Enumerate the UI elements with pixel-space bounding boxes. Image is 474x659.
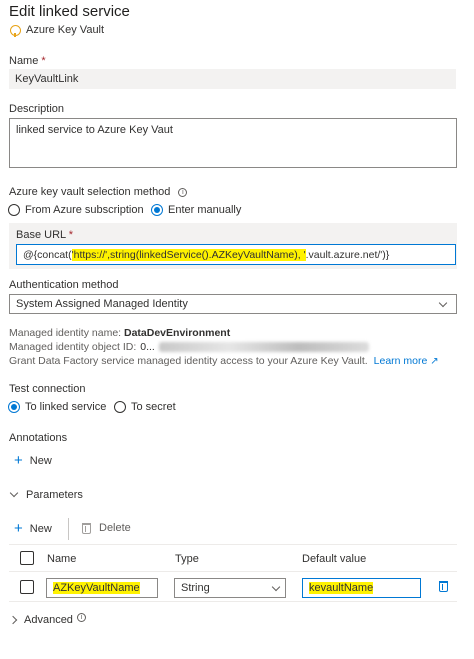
plus-icon: + [14, 452, 23, 469]
param-default-input[interactable]: kevaultName [302, 578, 421, 598]
advanced-section-toggle[interactable]: Advanced i [8, 612, 86, 626]
param-name-input[interactable]: AZKeyVaultName [46, 578, 158, 598]
selection-method-label: Azure key vault selection method i [9, 186, 188, 198]
mi-name-value: DataDevEnvironment [124, 327, 231, 339]
subtitle-text: Azure Key Vault [26, 24, 105, 36]
annotations-new-button[interactable]: + New [14, 453, 52, 468]
base-url-label-text: Base URL [16, 229, 66, 241]
page-subtitle: Azure Key Vault [10, 24, 105, 37]
parameters-new-button[interactable]: + New [14, 521, 52, 536]
trash-icon [82, 522, 91, 534]
parameters-delete-button[interactable]: Delete [82, 522, 131, 534]
required-marker: * [68, 229, 74, 241]
row-checkbox[interactable] [20, 580, 34, 594]
radio-label: To linked service [25, 401, 107, 413]
parameters-label: Parameters [26, 489, 83, 501]
name-label: Name * [9, 55, 46, 67]
external-link-icon[interactable]: ↗ [430, 356, 438, 367]
column-header-type: Type [175, 553, 199, 565]
selection-method-label-text: Azure key vault selection method [9, 186, 171, 198]
description-value: linked service to Azure Key Vaut [16, 124, 173, 136]
mi-object-id-visible: 0... [140, 341, 155, 353]
page-title: Edit linked service [9, 3, 130, 20]
managed-identity-name: Managed identity name: DataDevEnvironmen… [9, 327, 230, 339]
auth-label: Authentication method [9, 279, 119, 291]
grant-text: Grant Data Factory service managed ident… [9, 355, 368, 367]
new-label: New [29, 522, 52, 535]
param-default-value: kevaultName [309, 582, 374, 594]
param-name-value: AZKeyVaultName [53, 582, 140, 594]
grant-access-text: Grant Data Factory service managed ident… [9, 355, 439, 367]
param-type-value: String [181, 582, 210, 594]
new-label: New [29, 454, 52, 467]
advanced-label: Advanced [24, 614, 73, 626]
parameters-section-toggle[interactable]: Parameters [9, 488, 83, 501]
radio-to-secret[interactable]: To secret [114, 401, 176, 413]
annotations-label: Annotations [9, 432, 68, 444]
key-vault-icon [10, 24, 21, 37]
radio-enter-manually[interactable]: Enter manually [151, 204, 241, 216]
mi-name-label: Managed identity name: [9, 327, 122, 339]
redacted-object-id [158, 342, 369, 352]
chevron-down-icon [9, 488, 19, 498]
radio-button[interactable] [114, 401, 126, 413]
chevron-down-icon [271, 582, 281, 591]
radio-label: From Azure subscription [25, 204, 144, 216]
info-icon[interactable]: i [178, 187, 188, 197]
param-type-dropdown[interactable]: String [174, 578, 286, 598]
info-icon[interactable]: i [76, 612, 86, 622]
radio-from-subscription[interactable]: From Azure subscription [8, 204, 144, 216]
delete-label: Delete [99, 522, 131, 534]
url-suffix: .vault.azure.net/')} [305, 248, 390, 261]
radio-button-selected[interactable] [151, 204, 163, 216]
radio-label: To secret [131, 401, 176, 413]
radio-to-linked-service[interactable]: To linked service [8, 401, 106, 413]
column-header-default: Default value [302, 553, 367, 565]
radio-button-selected[interactable] [8, 401, 20, 413]
name-label-text: Name [9, 55, 39, 67]
column-header-name: Name [47, 553, 77, 565]
radio-label: Enter manually [168, 204, 242, 216]
mi-object-id-label: Managed identity object ID: [9, 341, 137, 353]
base-url-label: Base URL * [16, 229, 73, 241]
row-delete-button[interactable] [439, 581, 448, 595]
description-label: Description [9, 103, 65, 115]
name-field[interactable]: KeyVaultLink [9, 69, 456, 89]
chevron-down-icon [438, 298, 448, 307]
url-prefix: @{concat( [23, 248, 72, 261]
radio-button[interactable] [8, 204, 20, 216]
plus-icon: + [14, 520, 23, 537]
managed-identity-object-id: Managed identity object ID: 0... [9, 341, 369, 353]
url-highlight: 'https://',string(linkedService().AZKeyV… [71, 248, 306, 261]
select-all-checkbox[interactable] [20, 551, 34, 565]
trash-icon [439, 581, 448, 592]
learn-more-link[interactable]: Learn more [374, 355, 428, 367]
auth-dropdown[interactable]: System Assigned Managed Identity [9, 294, 457, 314]
required-marker: * [41, 55, 46, 67]
chevron-right-icon [8, 615, 18, 625]
base-url-input[interactable]: @{concat('https://',string(linkedService… [16, 244, 456, 265]
description-field[interactable]: linked service to Azure Key Vaut [9, 118, 457, 168]
toolbar-divider [68, 518, 69, 540]
test-connection-label: Test connection [9, 383, 86, 395]
auth-value: System Assigned Managed Identity [16, 298, 188, 310]
